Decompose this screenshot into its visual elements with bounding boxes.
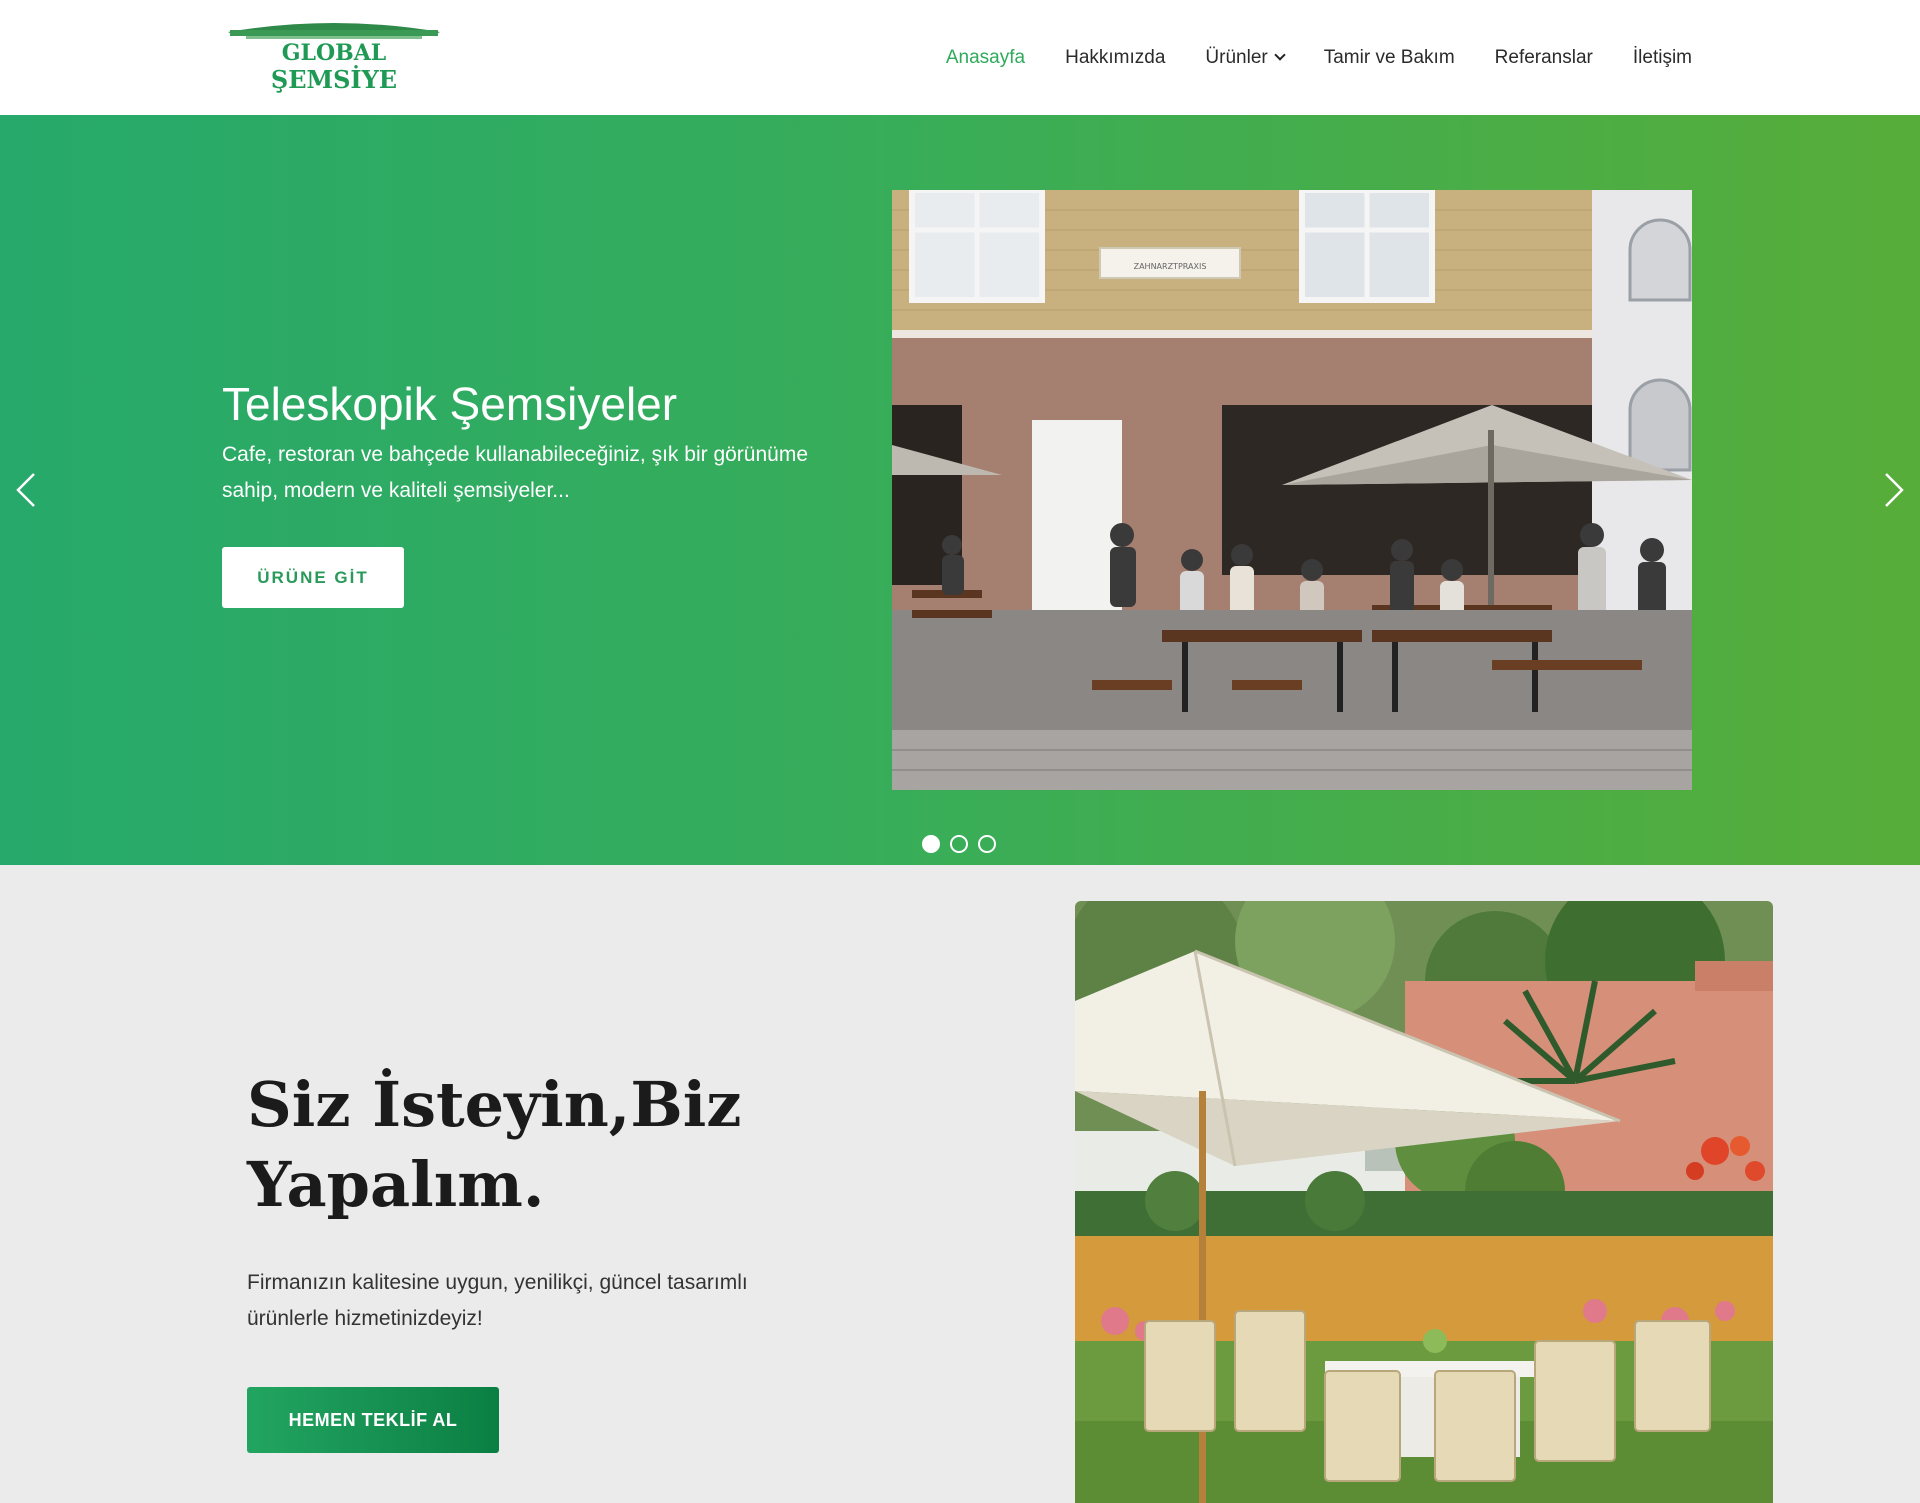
nav-item-urunler[interactable]: Ürünler: [1205, 46, 1286, 69]
nav-label: Referanslar: [1494, 46, 1593, 68]
chevron-right-icon[interactable]: [1878, 470, 1908, 510]
hero-subtitle: Cafe, restoran ve bahçede kullanabileceğ…: [222, 443, 809, 502]
chevron-down-icon: [1274, 49, 1286, 61]
slider-dot-1[interactable]: [922, 835, 940, 853]
nav-label: İletişim: [1632, 46, 1692, 68]
garden-umbrella-image: [1075, 901, 1773, 1503]
umbrella-logo-icon: GLOBAL ŞEMSİYE: [228, 23, 440, 94]
intro-text: Firmanızın kalitesine uygun, yenilikçi, …: [247, 1271, 748, 1330]
intro-title: Siz İsteyin,Biz Yapalım.: [247, 1068, 742, 1221]
slider-dot-3[interactable]: [978, 835, 996, 853]
logo-text-line2: ŞEMSİYE: [271, 65, 397, 94]
nav-item-tamir-bakim[interactable]: Tamir ve Bakım: [1324, 47, 1455, 69]
nav-item-anasayfa[interactable]: Anasayfa: [946, 47, 1025, 69]
slider-dot-2[interactable]: [950, 835, 968, 853]
slider-pagination: [922, 835, 996, 853]
nav-item-iletisim[interactable]: İletişim: [1633, 47, 1692, 69]
shop-sign-text: ZAHNARZTPRAXIS: [1134, 262, 1207, 271]
main-nav: Anasayfa Hakkımızda Ürünler Tamir ve Bak…: [946, 0, 1692, 115]
nav-label: Ürünler: [1205, 46, 1268, 68]
nav-item-referanslar[interactable]: Referanslar: [1495, 47, 1593, 69]
hero-title: Teleskopik Şemsiyeler: [222, 378, 678, 430]
chevron-left-icon[interactable]: [12, 470, 42, 510]
go-to-product-button[interactable]: ÜRÜNE GİT: [222, 547, 404, 608]
site-header: GLOBAL ŞEMSİYE Anasayfa Hakkımızda Ürünl…: [0, 0, 1920, 115]
logo-text-line1: GLOBAL: [282, 40, 387, 66]
hero-slider: Teleskopik Şemsiyeler Cafe, restoran ve …: [0, 115, 1920, 865]
site-logo[interactable]: GLOBAL ŞEMSİYE: [226, 18, 442, 98]
nav-label: Tamir ve Bakım: [1323, 46, 1455, 68]
nav-label: Hakkımızda: [1065, 46, 1166, 68]
get-quote-button[interactable]: HEMEN TEKLİF AL: [247, 1387, 499, 1453]
hero-cafe-image: ZAHNARZTPRAXIS: [892, 190, 1692, 790]
intro-section: Siz İsteyin,Biz Yapalım. Firmanızın kali…: [0, 865, 1920, 1503]
nav-label: Anasayfa: [945, 46, 1026, 68]
nav-item-hakkimizda[interactable]: Hakkımızda: [1065, 47, 1165, 69]
